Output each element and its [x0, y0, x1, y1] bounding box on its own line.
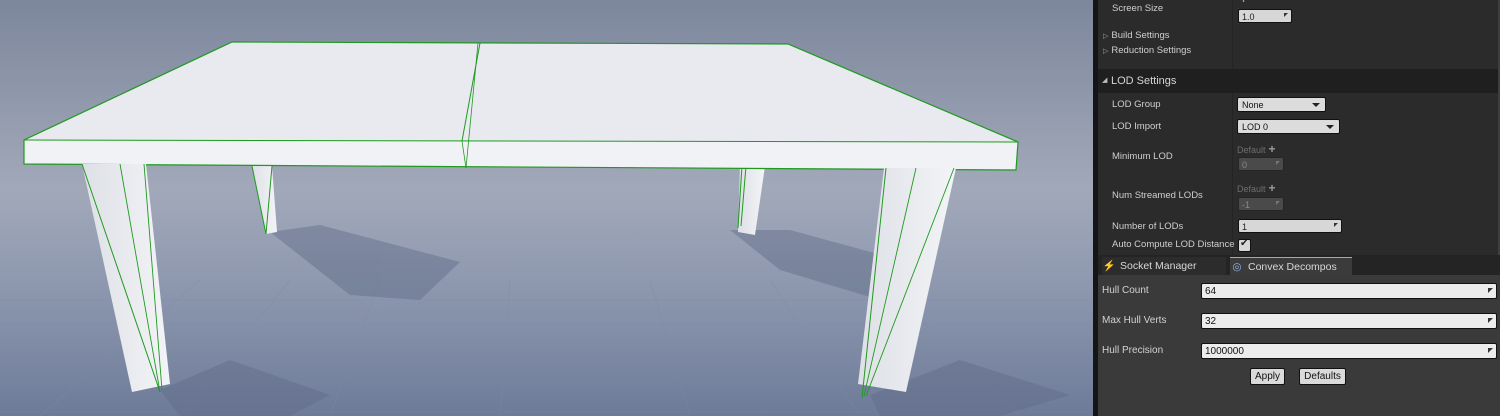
hull-count-value: 64: [1205, 286, 1217, 297]
checkmark-icon: ✔: [1240, 238, 1249, 249]
right-panel: + Screen Size 1.0 ▷Build Settings ▷Reduc…: [1098, 0, 1500, 416]
default-label: Default: [1237, 184, 1266, 194]
hull-count-input[interactable]: 64: [1201, 283, 1497, 299]
tab-label: Socket Manager: [1120, 260, 1197, 272]
num-streamed-lods-input[interactable]: -1: [1238, 197, 1284, 211]
drag-grip-icon[interactable]: [1488, 318, 1493, 323]
tab-convex-decomposition[interactable]: ◎ Convex Decompos: [1230, 257, 1352, 276]
dropdown-caret-icon: [1312, 103, 1320, 107]
minimum-lod-label: Minimum LOD: [1112, 151, 1173, 162]
tab-bar: ⚡ Socket Manager ◎ Convex Decompos: [1098, 255, 1500, 276]
default-label: Default: [1237, 145, 1266, 155]
minimum-lod-default: Default +: [1237, 142, 1276, 156]
add-override-plus-icon[interactable]: +: [1269, 142, 1276, 156]
build-settings-label: Build Settings: [1111, 30, 1170, 41]
reset-plus-icon[interactable]: +: [1240, 0, 1247, 6]
socket-icon: ⚡: [1102, 260, 1116, 272]
num-streamed-lods-value: -1: [1242, 200, 1251, 210]
expand-arrow-icon[interactable]: ▷: [1103, 48, 1108, 55]
lod-group-dropdown[interactable]: None: [1237, 97, 1326, 112]
static-mesh-viewport[interactable]: [0, 0, 1093, 416]
drag-grip-icon[interactable]: [1284, 13, 1288, 17]
expand-arrow-icon[interactable]: ▷: [1103, 33, 1108, 40]
lod-import-dropdown[interactable]: LOD 0: [1237, 119, 1340, 134]
drag-grip-icon[interactable]: [1488, 288, 1493, 293]
dropdown-caret-icon: [1326, 125, 1334, 129]
minimum-lod-value: 0: [1242, 160, 1248, 170]
hull-count-label: Hull Count: [1102, 285, 1149, 296]
collapse-arrow-icon[interactable]: ◢: [1102, 76, 1107, 84]
details-panel: + Screen Size 1.0 ▷Build Settings ▷Reduc…: [1098, 0, 1500, 255]
number-of-lods-value: 1: [1242, 222, 1248, 232]
add-override-plus-icon[interactable]: +: [1269, 181, 1276, 195]
auto-compute-lod-checkbox[interactable]: ✔: [1238, 238, 1251, 252]
auto-compute-lod-label: Auto Compute LOD Distance: [1112, 239, 1235, 250]
hull-precision-label: Hull Precision: [1102, 345, 1164, 356]
lod-group-label: LOD Group: [1112, 99, 1161, 110]
convex-decomposition-panel: Hull Count 64 Max Hull Verts 32 Hull Pre…: [1098, 275, 1500, 416]
lod-import-label: LOD Import: [1112, 121, 1162, 132]
hull-precision-value: 1000000: [1205, 346, 1244, 357]
lod-settings-header[interactable]: ◢ LOD Settings: [1098, 69, 1498, 93]
drag-grip-icon[interactable]: [1334, 223, 1338, 227]
lod-import-value: LOD 0: [1242, 122, 1269, 132]
defaults-button[interactable]: Defaults: [1299, 368, 1346, 385]
drag-grip-icon[interactable]: [1488, 348, 1493, 353]
reduction-settings-row[interactable]: ▷ Reduction Settings: [1103, 45, 1191, 56]
viewport-scene: [0, 0, 1093, 416]
lod-settings-title: LOD Settings: [1111, 75, 1177, 87]
screen-size-label: Screen Size: [1112, 3, 1164, 14]
number-of-lods-input[interactable]: 1: [1238, 219, 1342, 233]
convex-icon: ◎: [1232, 261, 1242, 273]
max-hull-verts-value: 32: [1205, 316, 1217, 327]
reduction-settings-label: Reduction Settings: [1111, 45, 1192, 56]
num-streamed-lods-label: Num Streamed LODs: [1112, 190, 1203, 201]
screen-size-input[interactable]: 1.0: [1238, 9, 1292, 23]
num-streamed-lods-default: Default +: [1237, 181, 1276, 195]
max-hull-verts-label: Max Hull Verts: [1102, 315, 1167, 326]
lod-group-value: None: [1242, 100, 1264, 110]
build-settings-row[interactable]: ▷ Build Settings: [1103, 30, 1169, 41]
screen-size-value: 1.0: [1242, 12, 1255, 22]
partial-default-tag: +: [1237, 0, 1247, 6]
tab-socket-manager[interactable]: ⚡ Socket Manager: [1102, 257, 1226, 275]
tab-label: Convex Decompos: [1248, 261, 1337, 273]
hull-precision-input[interactable]: 1000000: [1201, 343, 1497, 359]
drag-grip-icon[interactable]: [1276, 161, 1280, 165]
drag-grip-icon[interactable]: [1276, 201, 1280, 205]
minimum-lod-input[interactable]: 0: [1238, 157, 1284, 171]
apply-button[interactable]: Apply: [1250, 368, 1285, 385]
max-hull-verts-input[interactable]: 32: [1201, 313, 1497, 329]
number-of-lods-label: Number of LODs: [1112, 221, 1184, 232]
column-divider[interactable]: [1232, 0, 1233, 255]
